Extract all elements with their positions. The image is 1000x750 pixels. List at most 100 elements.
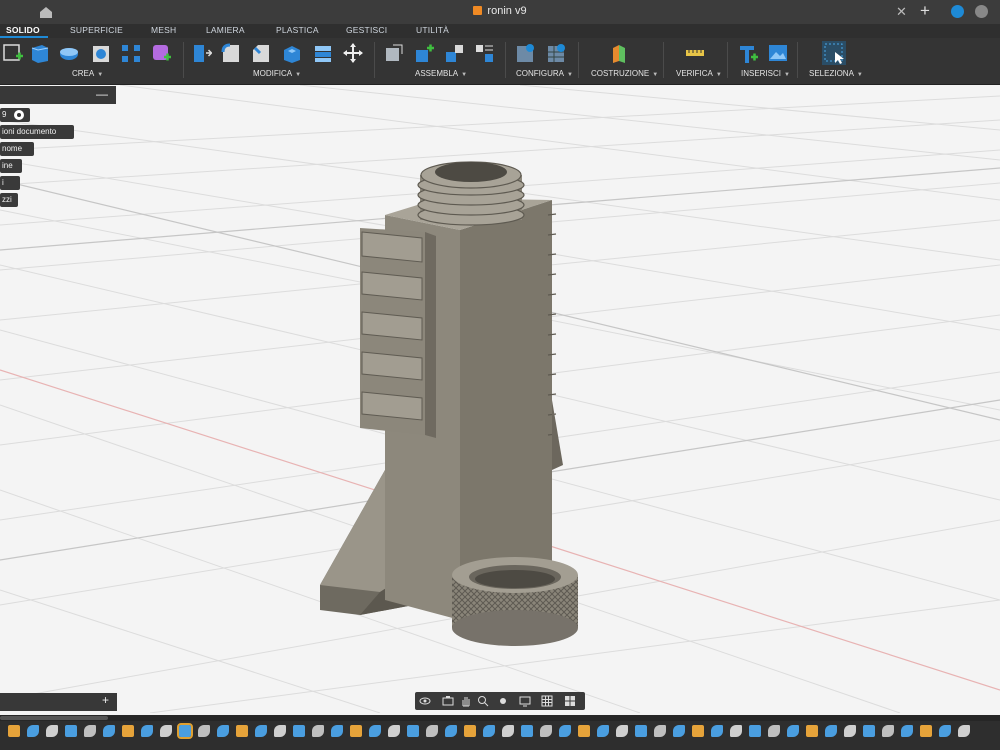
timeline-feature-icon[interactable] <box>141 725 153 737</box>
tab-lamiera[interactable]: LAMIERA <box>206 25 245 35</box>
timeline-feature-icon[interactable] <box>559 725 571 737</box>
tab-solido[interactable]: SOLIDO <box>6 25 40 35</box>
timeline-feature-icon[interactable] <box>407 725 419 737</box>
timeline-feature-icon[interactable] <box>369 725 381 737</box>
timeline-feature-icon[interactable] <box>787 725 799 737</box>
timeline-feature-icon[interactable] <box>635 725 647 737</box>
look-at-icon[interactable] <box>442 695 454 707</box>
timeline-feature-icon[interactable] <box>920 725 932 737</box>
timeline-feature-icon[interactable] <box>177 723 193 739</box>
group-label-modifica[interactable]: MODIFICA ▼ <box>253 69 301 78</box>
knurled-nut-model[interactable] <box>452 557 578 646</box>
timeline-feature-icon[interactable] <box>958 725 970 737</box>
timeline-feature-icon[interactable] <box>122 725 134 737</box>
timeline-feature-icon[interactable] <box>749 725 761 737</box>
form-icon[interactable] <box>150 42 172 64</box>
timeline-feature-icon[interactable] <box>844 725 856 737</box>
group-label-configura[interactable]: CONFIGURA ▼ <box>516 69 573 78</box>
timeline-feature-icon[interactable] <box>825 725 837 737</box>
timeline-feature-icon[interactable] <box>901 725 913 737</box>
timeline-feature-icon[interactable] <box>616 725 628 737</box>
timeline-feature-icon[interactable] <box>464 725 476 737</box>
timeline-feature-icon[interactable] <box>312 725 324 737</box>
help-icon[interactable] <box>951 5 964 18</box>
move-icon[interactable] <box>342 42 364 64</box>
document-tab[interactable]: ronin v9 <box>0 5 1000 17</box>
model-canvas[interactable] <box>0 85 1000 713</box>
timeline-feature-icon[interactable] <box>274 725 286 737</box>
fillet-icon[interactable] <box>220 42 242 64</box>
group-label-seleziona[interactable]: SELEZIONA ▼ <box>809 69 863 78</box>
timeline-feature-icon[interactable] <box>654 725 666 737</box>
extrude-icon[interactable] <box>28 42 50 64</box>
add-comment-icon[interactable]: + <box>102 693 109 707</box>
press-pull-icon[interactable] <box>190 42 212 64</box>
timeline-feature-icon[interactable] <box>578 725 590 737</box>
timeline-feature-icon[interactable] <box>540 725 552 737</box>
timeline-feature-icon[interactable] <box>806 725 818 737</box>
parameters-icon[interactable] <box>514 42 536 64</box>
tab-gestisci[interactable]: GESTISCI <box>346 25 387 35</box>
timeline-feature-icon[interactable] <box>350 725 362 737</box>
pan-icon[interactable] <box>460 695 472 707</box>
timeline-feature-icon[interactable] <box>27 725 39 737</box>
timeline-feature-icon[interactable] <box>103 725 115 737</box>
timeline-feature-icon[interactable] <box>46 725 58 737</box>
group-label-crea[interactable]: CREA ▼ <box>72 69 103 78</box>
timeline-feature-icon[interactable] <box>692 725 704 737</box>
timeline-feature-icon[interactable] <box>198 725 210 737</box>
timeline-feature-icon[interactable] <box>768 725 780 737</box>
timeline-feature-icon[interactable] <box>426 725 438 737</box>
pattern-icon[interactable] <box>120 42 142 64</box>
timeline-feature-icon[interactable] <box>502 725 514 737</box>
tab-superficie[interactable]: SUPERFICIE <box>70 25 123 35</box>
timeline-feature-icon[interactable] <box>255 725 267 737</box>
viewports-icon[interactable] <box>564 695 576 707</box>
canvas-viewport[interactable] <box>0 85 1000 713</box>
timeline-feature-icon[interactable] <box>483 725 495 737</box>
configure-table-icon[interactable] <box>545 42 567 64</box>
create-sketch-icon[interactable] <box>2 42 24 64</box>
group-label-verifica[interactable]: VERIFICA ▼ <box>676 69 722 78</box>
timeline-feature-icon[interactable] <box>445 725 457 737</box>
browser-row[interactable]: zzi <box>0 193 18 207</box>
timeline-feature-icon[interactable] <box>236 725 248 737</box>
browser-row[interactable]: nome <box>0 142 34 156</box>
zoom-icon[interactable] <box>477 695 489 707</box>
joint-icon[interactable] <box>413 42 435 64</box>
insert-text-icon[interactable] <box>737 42 759 64</box>
timeline-feature-icon[interactable] <box>388 725 400 737</box>
collapse-icon[interactable]: — <box>96 87 108 101</box>
revolve-icon[interactable] <box>58 42 80 64</box>
construction-plane-icon[interactable] <box>608 42 630 64</box>
timeline-scroll-thumb[interactable] <box>0 716 108 720</box>
profile-icon[interactable] <box>975 5 988 18</box>
close-icon[interactable]: ✕ <box>896 4 907 20</box>
orbit-icon[interactable] <box>419 695 431 707</box>
timeline-feature-icon[interactable] <box>711 725 723 737</box>
timeline-feature-icon[interactable] <box>730 725 742 737</box>
timeline-feature-icon[interactable] <box>521 725 533 737</box>
tab-utilita[interactable]: UTILITÀ <box>416 25 449 35</box>
measure-icon[interactable] <box>684 42 706 64</box>
shell-icon[interactable] <box>280 42 302 64</box>
combine-icon[interactable] <box>312 42 334 64</box>
tab-mesh[interactable]: MESH <box>151 25 176 35</box>
timeline-feature-icon[interactable] <box>8 725 20 737</box>
insert-image-icon[interactable] <box>767 42 789 64</box>
grid-icon[interactable] <box>541 695 553 707</box>
hole-icon[interactable] <box>90 42 112 64</box>
chamfer-icon[interactable] <box>250 42 272 64</box>
select-icon[interactable] <box>821 40 847 66</box>
timeline-feature-icon[interactable] <box>882 725 894 737</box>
timeline-feature-icon[interactable] <box>160 725 172 737</box>
timeline-scroll-track[interactable] <box>0 715 1000 721</box>
timeline-feature-icon[interactable] <box>84 725 96 737</box>
plus-icon[interactable]: + <box>920 1 930 21</box>
group-label-assembla[interactable]: ASSEMBLA ▼ <box>415 69 467 78</box>
browser-row[interactable]: i <box>0 176 20 190</box>
browser-row[interactable]: 9 <box>0 108 30 122</box>
joint-origin-icon[interactable] <box>473 42 495 64</box>
timeline-feature-icon[interactable] <box>863 725 875 737</box>
timeline-feature-icon[interactable] <box>217 725 229 737</box>
